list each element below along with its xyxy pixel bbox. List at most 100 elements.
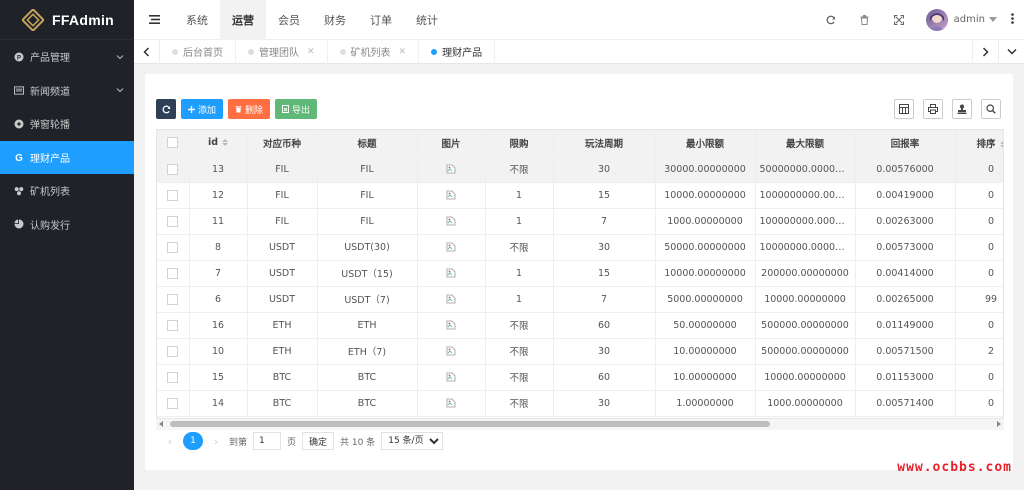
cell-max-amount: 500000.00000000 [755,312,856,339]
cell-image [417,208,486,235]
row-checkbox[interactable] [167,215,179,227]
tab-scroll-left-button[interactable] [134,39,160,64]
row-checkbox[interactable] [167,163,179,175]
clear-cache-button[interactable] [848,0,882,40]
row-select-cell[interactable] [157,182,190,209]
avatar[interactable] [925,8,948,31]
column-header-id[interactable]: id [189,130,248,157]
sidebar-item-product[interactable]: P 产品管理 [0,40,134,74]
prev-page-button[interactable]: ‹ [163,435,177,448]
select-all-checkbox[interactable] [167,137,179,149]
cell-sort: 0 [955,156,1003,183]
scroll-left-arrow-icon[interactable] [159,421,163,427]
fullscreen-icon [893,14,904,25]
top-menu-orders[interactable]: 订单 [358,0,404,40]
table-row[interactable]: 6 USDT USDT（7) 1 7 5000.00000000 10000.0000000… [157,286,1003,313]
row-checkbox[interactable] [167,241,179,253]
close-icon[interactable]: ✕ [399,47,407,57]
brand[interactable]: FFAdmin [0,0,134,40]
cell-max-amount: 1000.00000000 [755,390,856,417]
search-button[interactable] [981,99,1001,119]
tab-team[interactable]: 管理团队 ✕ [236,39,328,64]
horizontal-scrollbar[interactable] [156,418,1004,430]
sidebar-item-label: 新闻频道 [30,86,70,98]
table-row[interactable]: 11 FIL FIL 1 7 1000.00000000 100000000.0000000… [157,208,1003,235]
cell-title: FIL [317,182,418,209]
close-icon[interactable]: ✕ [307,47,315,57]
table-row[interactable]: 10 ETH ETH（7) 不限 30 10.00000000 500000.0000000… [157,338,1003,365]
row-select-cell[interactable] [157,390,190,417]
scrollbar-thumb[interactable] [170,421,770,427]
sidebar-item-carousel[interactable]: 弹窗轮播 [0,107,134,141]
table-row[interactable]: 8 USDT USDT(30) 不限 30 50000.00000000 10000000.… [157,234,1003,261]
table-row[interactable]: 12 FIL FIL 1 15 10000.00000000 1000000000.0000… [157,182,1003,209]
tab-label: 理财产品 [442,48,483,59]
row-select-cell[interactable] [157,234,190,261]
column-filter-button[interactable] [894,99,914,119]
menu-toggle-button[interactable] [134,0,174,40]
sort-icon[interactable] [222,139,229,147]
select-all-cell[interactable] [157,130,190,157]
top-menu-members[interactable]: 会员 [266,0,312,40]
tab-home[interactable]: 后台首页 [160,39,236,64]
cell-sort: 0 [955,390,1003,417]
cell-period: 7 [553,208,656,235]
next-page-button[interactable]: › [209,435,223,448]
row-checkbox[interactable] [167,397,179,409]
cell-image [417,286,486,313]
column-header-sort[interactable]: 排序 [955,130,1003,157]
page-size-select[interactable]: 15 条/页 [381,432,444,450]
tab-options-button[interactable] [998,39,1024,64]
table-row[interactable]: 13 FIL FIL 不限 30 30000.00000000 50000000.00000… [157,156,1003,183]
user-name[interactable]: admin [954,14,985,25]
tab-scroll-right-button[interactable] [972,39,998,64]
table-row[interactable]: 14 BTC BTC 不限 30 1.00000000 1000.00000000 0.005… [157,390,1003,417]
tab-finance-products[interactable]: 理财产品 [419,39,496,64]
row-select-cell[interactable] [157,156,190,183]
scroll-right-arrow-icon[interactable] [997,421,1001,427]
add-button[interactable]: 添加 [181,99,224,119]
row-select-cell[interactable] [157,260,190,287]
goto-page-input[interactable] [253,432,282,450]
table-row[interactable]: 16 ETH ETH 不限 60 50.00000000 500000.00000000 0.… [157,312,1003,339]
tab-miner-list[interactable]: 矿机列表 ✕ [328,39,420,64]
export-table-button[interactable] [952,99,972,119]
row-checkbox[interactable] [167,371,179,383]
row-checkbox[interactable] [167,293,179,305]
row-checkbox[interactable] [167,345,179,357]
more-menu-button[interactable] [1011,12,1014,27]
sidebar-item-miner[interactable]: 矿机列表 [0,174,134,208]
row-select-cell[interactable] [157,286,190,313]
sidebar-item-subscribe[interactable]: 认购发行 [0,208,134,242]
page-current[interactable]: 1 [183,432,203,450]
row-checkbox[interactable] [167,319,179,331]
goto-confirm-button[interactable]: 确定 [302,432,335,450]
table-row[interactable]: 7 USDT USDT（15) 1 15 10000.00000000 200000.000… [157,260,1003,287]
refresh-button[interactable] [814,0,848,40]
top-menu-stats[interactable]: 统计 [404,0,450,40]
sort-icon[interactable] [999,140,1003,148]
table-row[interactable]: 15 BTC BTC 不限 60 10.00000000 10000.00000000 0.0… [157,364,1003,391]
chevron-left-icon [143,46,150,57]
row-select-cell[interactable] [157,364,190,391]
sidebar-item-finance[interactable]: G 理财产品 [0,140,134,174]
top-menu-system[interactable]: 系统 [174,0,220,40]
sidebar-item-news[interactable]: 新闻频道 [0,74,134,108]
top-menu-operations[interactable]: 运营 [220,0,266,40]
print-button[interactable] [923,99,943,119]
reload-button[interactable] [156,99,176,119]
top-menu-finance[interactable]: 财务 [312,0,358,40]
fullscreen-button[interactable] [882,0,916,40]
broken-image-icon [446,216,456,226]
delete-button[interactable]: 删除 [228,99,271,119]
caret-down-icon[interactable] [989,17,997,22]
row-checkbox[interactable] [167,267,179,279]
row-select-cell[interactable] [157,312,190,339]
row-select-cell[interactable] [157,338,190,365]
export-button[interactable]: 导出 [275,99,318,119]
tab-label: 后台首页 [183,48,223,59]
cell-max-amount: 1000000000.00000000 [755,182,856,209]
cell-limit: 1 [485,260,554,287]
row-checkbox[interactable] [167,189,179,201]
row-select-cell[interactable] [157,208,190,235]
